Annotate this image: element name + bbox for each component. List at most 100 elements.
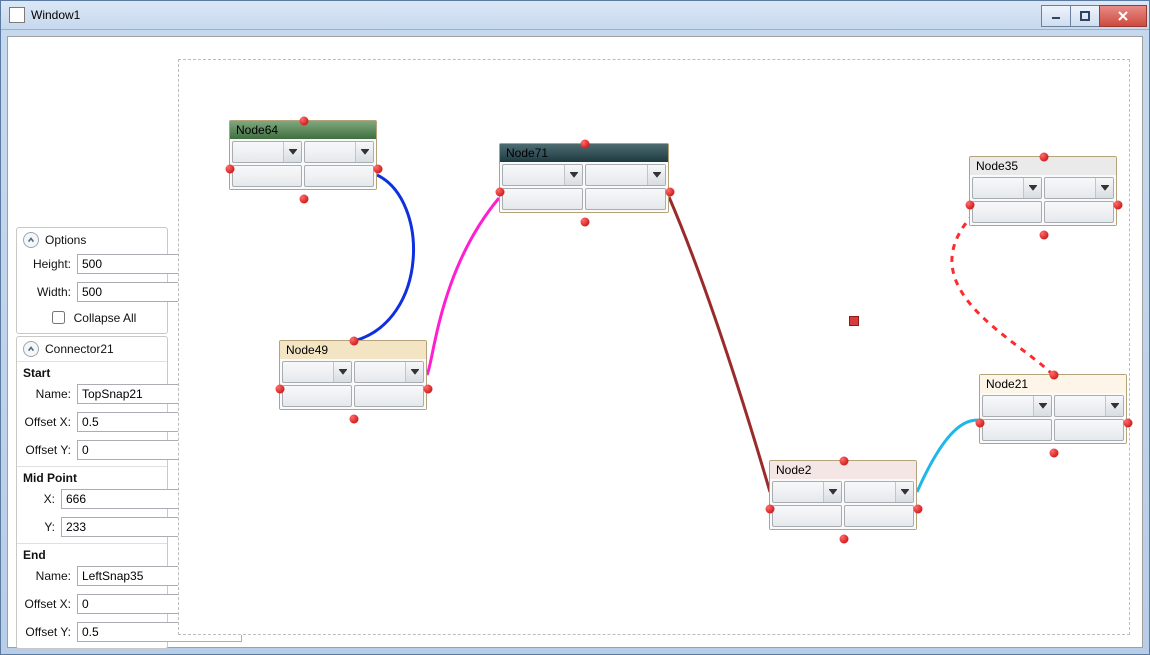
node-dropdown[interactable] (354, 361, 424, 383)
snap-right[interactable] (666, 188, 675, 197)
node-dropdown[interactable] (502, 164, 583, 186)
node-dropdown[interactable] (585, 164, 666, 186)
snap-bottom[interactable] (840, 535, 849, 544)
snap-left[interactable] (976, 419, 985, 428)
node-dropdown[interactable] (282, 361, 352, 383)
chevron-down-icon (283, 142, 301, 162)
snap-top[interactable] (350, 337, 359, 346)
node-dropdown[interactable] (982, 395, 1052, 417)
node-dropdown[interactable] (772, 481, 842, 503)
node-dropdown[interactable] (1054, 395, 1124, 417)
node-button[interactable] (1054, 419, 1124, 441)
snap-left[interactable] (226, 165, 235, 174)
chevron-down-icon (647, 165, 665, 185)
options-header[interactable]: Options (17, 228, 167, 252)
connector-w64-49[interactable] (354, 175, 414, 341)
node-button[interactable] (232, 165, 302, 187)
node-dropdown[interactable] (304, 141, 374, 163)
snap-left[interactable] (496, 188, 505, 197)
connector-w2-21[interactable] (917, 420, 980, 492)
node-button[interactable] (844, 505, 914, 527)
node-Node49[interactable]: Node49 (279, 340, 427, 410)
snap-bottom[interactable] (1050, 449, 1059, 458)
start-name-label: Name: (23, 387, 73, 401)
snap-top[interactable] (1050, 371, 1059, 380)
node-button[interactable] (282, 385, 352, 407)
chevron-down-icon (1095, 178, 1113, 198)
chevron-down-icon (355, 142, 373, 162)
snap-right[interactable] (914, 505, 923, 514)
node-button[interactable] (502, 188, 583, 210)
node-body (970, 175, 1116, 225)
node-button[interactable] (304, 165, 374, 187)
snap-top[interactable] (1040, 153, 1049, 162)
node-button[interactable] (972, 201, 1042, 223)
connector-w71-2[interactable] (669, 197, 770, 492)
node-dropdown[interactable] (232, 141, 302, 163)
titlebar[interactable]: Window1 (1, 1, 1149, 30)
window-buttons (1042, 5, 1147, 25)
snap-right[interactable] (1114, 201, 1123, 210)
snap-bottom[interactable] (1040, 231, 1049, 240)
snap-top[interactable] (581, 140, 590, 149)
start-offy-row: Offset Y: (17, 438, 167, 466)
snap-right[interactable] (1124, 419, 1133, 428)
node-dropdown[interactable] (1044, 177, 1114, 199)
connector-w21-35[interactable] (952, 218, 1053, 375)
options-group: Options Height: Width: Collapse All (16, 227, 168, 334)
snap-right[interactable] (424, 385, 433, 394)
node-body (280, 359, 426, 409)
connector-header[interactable]: Connector21 (17, 337, 167, 361)
window-frame: Window1 Options (0, 0, 1150, 655)
node-Node35[interactable]: Node35 (969, 156, 1117, 226)
node-button[interactable] (585, 188, 666, 210)
end-offx-label: Offset X: (23, 597, 73, 611)
snap-left[interactable] (766, 505, 775, 514)
node-button[interactable] (982, 419, 1052, 441)
node-Node21[interactable]: Node21 (979, 374, 1127, 444)
node-button[interactable] (354, 385, 424, 407)
minimize-button[interactable] (1041, 5, 1071, 27)
maximize-button[interactable] (1070, 5, 1100, 27)
window-title: Window1 (31, 8, 1042, 22)
node-dropdown[interactable] (972, 177, 1042, 199)
snap-bottom[interactable] (300, 195, 309, 204)
snap-top[interactable] (840, 457, 849, 466)
snap-bottom[interactable] (581, 218, 590, 227)
node-body (770, 479, 916, 529)
end-subheader: End (17, 543, 167, 564)
end-offx-row: Offset X: (17, 592, 167, 620)
node-button[interactable] (1044, 201, 1114, 223)
start-offx-row: Offset X: (17, 410, 167, 438)
node-Node71[interactable]: Node71 (499, 143, 669, 213)
snap-bottom[interactable] (350, 415, 359, 424)
end-name-label: Name: (23, 569, 73, 583)
snap-right[interactable] (374, 165, 383, 174)
node-button[interactable] (772, 505, 842, 527)
node-body (230, 139, 376, 189)
collapse-all-checkbox[interactable] (52, 311, 65, 324)
chevron-down-icon (895, 482, 913, 502)
options-header-label: Options (45, 233, 86, 247)
snap-top[interactable] (300, 117, 309, 126)
chevron-down-icon (405, 362, 423, 382)
end-offy-row: Offset Y: (17, 620, 167, 648)
diagram-canvas[interactable]: Node64 Node71 Node49 Node35 Node21 Node2 (178, 59, 1130, 635)
close-button[interactable] (1099, 5, 1147, 27)
start-offy-label: Offset Y: (23, 443, 73, 457)
midpoint-handle[interactable] (849, 316, 859, 326)
node-body (500, 162, 668, 212)
connector-w71-49[interactable] (427, 198, 499, 375)
snap-left[interactable] (966, 201, 975, 210)
node-Node64[interactable]: Node64 (229, 120, 377, 190)
minimize-icon (1051, 11, 1061, 21)
chevron-down-icon (823, 482, 841, 502)
start-offx-label: Offset X: (23, 415, 73, 429)
chevron-down-icon (1105, 396, 1123, 416)
snap-left[interactable] (276, 385, 285, 394)
chevron-down-icon (564, 165, 582, 185)
node-dropdown[interactable] (844, 481, 914, 503)
start-subheader: Start (17, 361, 167, 382)
width-row: Width: (17, 280, 167, 308)
node-Node2[interactable]: Node2 (769, 460, 917, 530)
